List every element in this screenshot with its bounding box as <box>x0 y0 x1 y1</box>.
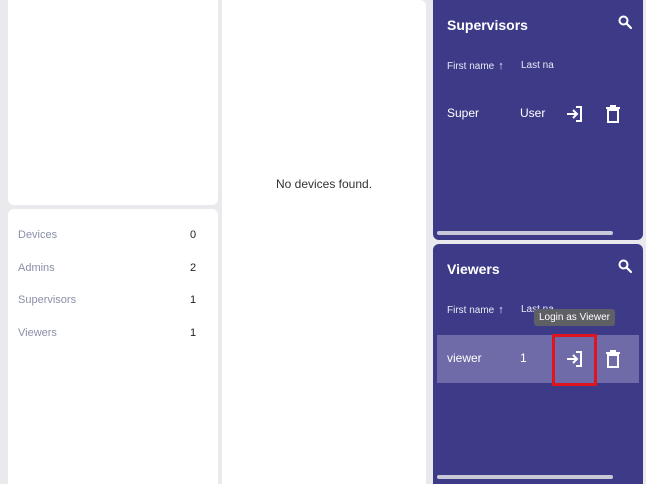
column-header-last-name[interactable]: Last na <box>521 60 567 71</box>
search-icon[interactable] <box>617 258 633 274</box>
stat-value: 2 <box>190 262 197 274</box>
cell-last-name: 1 <box>520 351 527 365</box>
column-label: First name <box>447 305 495 316</box>
stat-row-supervisors: Supervisors 1 <box>18 294 208 306</box>
cell-first-name: viewer <box>447 351 482 365</box>
stat-value: 1 <box>190 294 197 306</box>
stat-label: Supervisors <box>18 294 77 306</box>
column-header-first-name[interactable]: First name ↑ <box>447 60 504 72</box>
sort-arrow-icon: ↑ <box>498 304 504 316</box>
search-icon[interactable] <box>617 14 633 30</box>
cell-first-name: Super <box>447 106 480 120</box>
stat-value: 0 <box>190 229 197 241</box>
highlight-box <box>552 334 597 386</box>
no-devices-message: No devices found. <box>275 177 373 191</box>
sort-arrow-icon: ↑ <box>498 60 504 72</box>
supervisors-panel: Supervisors First name ↑ Last na Super Us… <box>433 0 643 240</box>
stat-label: Admins <box>18 262 55 274</box>
panel-title: Supervisors <box>447 17 528 33</box>
column-header-first-name[interactable]: First name ↑ <box>447 304 504 316</box>
stat-label: Devices <box>18 229 58 241</box>
horizontal-scrollbar[interactable] <box>437 475 613 479</box>
table-row[interactable]: viewer 1 <box>437 335 639 383</box>
login-tooltip: Login as Viewer <box>534 309 615 326</box>
column-label: First name <box>447 61 495 72</box>
stat-value: 1 <box>190 327 197 339</box>
stat-row-admins: Admins 2 <box>18 262 208 274</box>
viewers-panel: Viewers First name↑ Last na viewer 1 <box>433 244 643 484</box>
top-left-card <box>8 0 218 205</box>
table-row[interactable]: Super User <box>437 90 639 138</box>
panel-title: Viewers <box>447 261 500 277</box>
cell-last-name: User <box>520 106 546 120</box>
horizontal-scrollbar[interactable] <box>437 231 613 235</box>
stat-row-devices: Devices 0 <box>18 229 208 241</box>
devices-card: No devices found. <box>222 0 426 484</box>
stat-row-viewers: Viewers 1 <box>18 327 208 339</box>
delete-icon[interactable] <box>601 102 625 126</box>
stat-label: Viewers <box>18 327 57 339</box>
delete-icon[interactable] <box>601 347 625 371</box>
login-as-icon[interactable] <box>563 102 587 126</box>
stats-card: Devices 0 Admins 2 Supervisors 1 Viewers… <box>8 209 218 484</box>
